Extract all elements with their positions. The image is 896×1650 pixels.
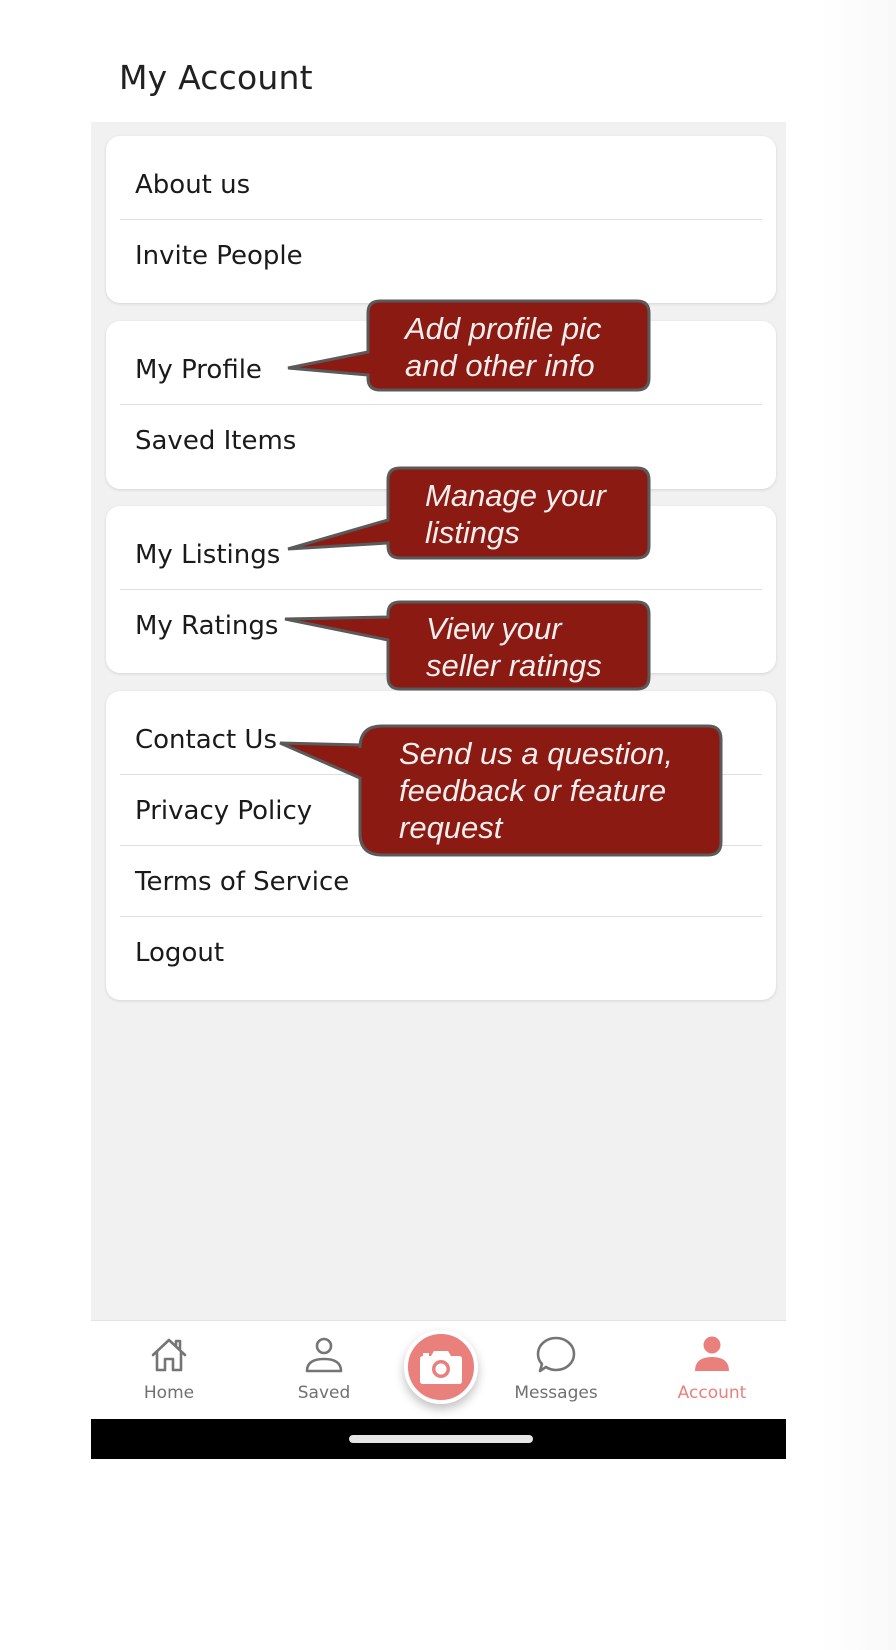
camera-button[interactable]	[404, 1330, 478, 1404]
menu-item-my-ratings[interactable]: My Ratings	[106, 590, 776, 661]
account-menu-content: About us Invite People My Profile Saved …	[91, 122, 786, 1320]
nav-item-messages[interactable]: Messages	[496, 1333, 616, 1413]
menu-item-my-profile[interactable]: My Profile	[106, 334, 776, 405]
edge-shade	[820, 0, 896, 1650]
system-navigation-bar	[91, 1419, 786, 1459]
nav-item-home[interactable]: Home	[109, 1333, 229, 1413]
menu-item-logout[interactable]: Logout	[106, 917, 776, 988]
menu-item-invite-people[interactable]: Invite People	[106, 220, 776, 291]
nav-label: Saved	[297, 1383, 351, 1403]
person-filled-icon	[695, 1336, 729, 1371]
nav-label: Account	[677, 1383, 747, 1403]
chat-bubble-icon	[536, 1336, 576, 1373]
home-indicator[interactable]	[349, 1435, 533, 1443]
menu-card-profile: My Profile Saved Items	[106, 321, 776, 489]
home-icon	[151, 1338, 187, 1372]
nav-label: Messages	[514, 1383, 598, 1403]
nav-item-account[interactable]: Account	[652, 1333, 772, 1413]
menu-item-saved-items[interactable]: Saved Items	[106, 405, 776, 476]
menu-card-support: Contact Us Privacy Policy Terms of Servi…	[106, 691, 776, 1000]
menu-card-selling: My Listings My Ratings	[106, 506, 776, 673]
nav-item-saved[interactable]: Saved	[264, 1333, 384, 1413]
nav-label: Home	[143, 1383, 195, 1403]
menu-item-contact-us[interactable]: Contact Us	[106, 704, 776, 775]
menu-item-about-us[interactable]: About us	[106, 149, 776, 220]
menu-item-terms-of-service[interactable]: Terms of Service	[106, 846, 776, 917]
page-title: My Account	[119, 58, 313, 97]
menu-item-my-listings[interactable]: My Listings	[106, 519, 776, 590]
menu-item-privacy-policy[interactable]: Privacy Policy	[106, 775, 776, 846]
camera-icon	[420, 1351, 462, 1384]
menu-card-general: About us Invite People	[106, 136, 776, 303]
person-outline-icon	[305, 1337, 343, 1373]
